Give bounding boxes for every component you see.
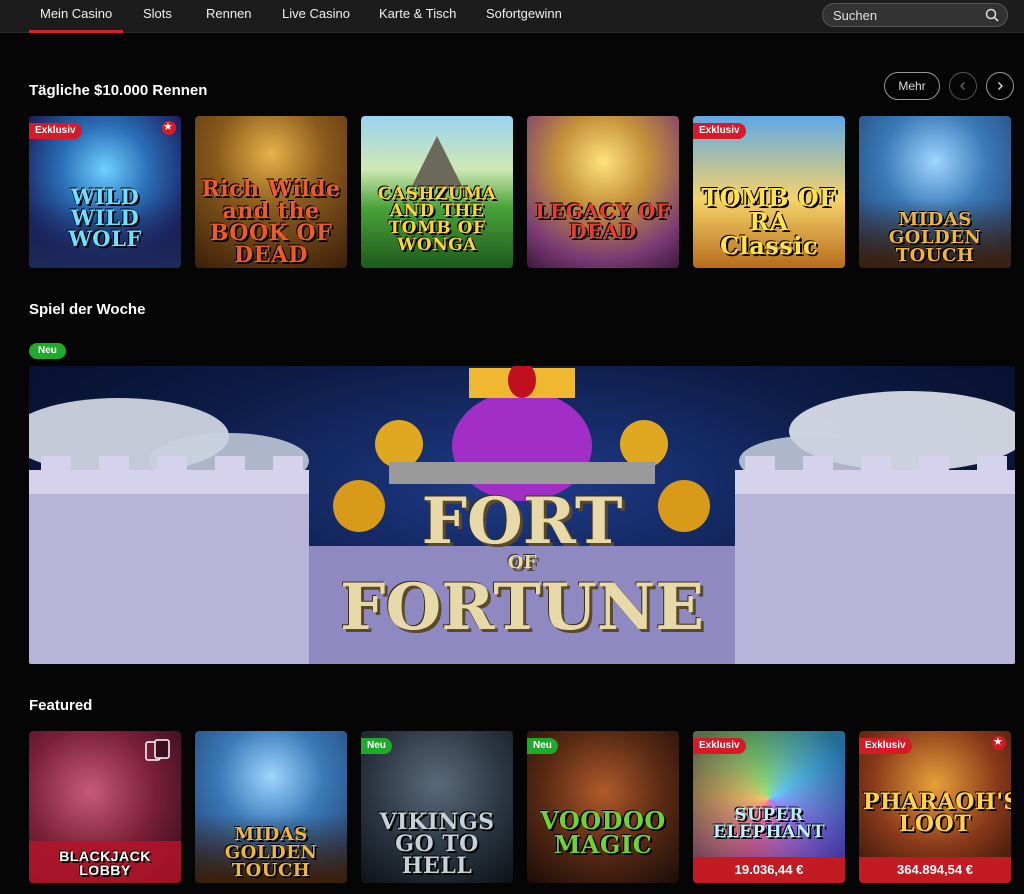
game-title: BLACKJACK LOBBY (59, 848, 151, 878)
search-box (822, 3, 1008, 27)
game-tile-legacy-of-dead[interactable]: LEGACY OF DEAD (527, 116, 679, 268)
star-icon (992, 735, 1006, 750)
chevron-left-icon (960, 82, 965, 90)
game-title: VOODOO MAGIC (540, 806, 666, 859)
jackpot-amount: 19.036,44 € (693, 857, 845, 883)
exclusive-badge: Exklusiv (29, 123, 82, 139)
hero-title-line3: FORTUNE (340, 570, 704, 645)
nav-item-slots[interactable]: Slots (143, 6, 172, 21)
game-title: CASHZUMA AND THE TOMB OF WONGA (377, 184, 497, 255)
game-tile-vikings-go-to-hell[interactable]: VIKINGS GO TO HELL Neu (361, 731, 513, 883)
cards-icon (145, 739, 170, 761)
game-tile-tomb-of-ra[interactable]: TOMB OF RA Classic Exklusiv (693, 116, 845, 268)
game-tile-super-elephant[interactable]: SUPER ELEPHANT Exklusiv 19.036,44 € (693, 731, 845, 883)
top-navigation: Mein Casino Slots Rennen Live Casino Kar… (0, 0, 1024, 33)
nav-item-rennen[interactable]: Rennen (206, 6, 252, 21)
game-title: PHARAOH'S LOOT (863, 789, 1011, 837)
game-tile-midas[interactable]: MIDAS GOLDEN TOUCH (195, 731, 347, 883)
game-tile-voodoo-magic[interactable]: VOODOO MAGIC Neu (527, 731, 679, 883)
jackpot-amount: 364.894,54 € (859, 857, 1011, 883)
section-title-game-of-week: Spiel der Woche (29, 301, 146, 318)
nav-item-live-casino[interactable]: Live Casino (282, 6, 350, 21)
game-title: LEGACY OF DEAD (535, 199, 671, 243)
game-tile-book-of-dead[interactable]: Rich Wilde and the BOOK OF DEAD (195, 116, 347, 268)
game-title: WILD WILD WOLF (68, 184, 142, 251)
new-badge: Neu (29, 343, 66, 359)
new-badge: Neu (527, 738, 558, 754)
races-game-row: WILD WILD WOLF Exklusiv Rich Wilde and t… (29, 116, 1015, 268)
nav-item-karte-tisch[interactable]: Karte & Tisch (379, 6, 456, 21)
hero-title-line1: FORT (421, 484, 623, 559)
nav-item-mein-casino[interactable]: Mein Casino (28, 6, 124, 33)
game-tile-pharaohs-loot[interactable]: PHARAOH'S LOOT Exklusiv 364.894,54 € (859, 731, 1011, 883)
hero-banner-fort-of-fortune[interactable]: FORT OF FORTUNE (29, 366, 1015, 664)
carousel-next-button[interactable] (986, 72, 1014, 100)
nav-item-sofortgewinn[interactable]: Sofortgewinn (486, 6, 562, 21)
new-badge: Neu (361, 738, 392, 754)
game-title: VIKINGS GO TO HELL (379, 809, 495, 879)
section-title-featured: Featured (29, 697, 93, 714)
game-title: MIDAS GOLDEN TOUCH (888, 209, 982, 266)
game-tile-blackjack-lobby[interactable]: BLACKJACK LOBBY (29, 731, 181, 883)
chevron-right-icon (998, 82, 1003, 90)
star-icon (162, 120, 176, 135)
game-title: TOMB OF RA Classic (701, 183, 837, 260)
game-tile-midas[interactable]: MIDAS GOLDEN TOUCH (859, 116, 1011, 268)
more-button[interactable]: Mehr (884, 72, 940, 100)
search-input[interactable] (833, 7, 983, 23)
exclusive-badge: Exklusiv (859, 738, 912, 754)
game-tile-wild-wild-wolf[interactable]: WILD WILD WOLF Exklusiv (29, 116, 181, 268)
game-title: Rich Wilde and the BOOK OF DEAD (201, 176, 341, 268)
game-title: MIDAS GOLDEN TOUCH (224, 824, 318, 881)
featured-game-row: BLACKJACK LOBBY MIDAS GOLDEN TOUCH VIKIN… (29, 731, 1015, 883)
exclusive-badge: Exklusiv (693, 123, 746, 139)
carousel-prev-button[interactable] (949, 72, 977, 100)
section-title-races: Tägliche $10.000 Rennen (29, 82, 208, 99)
exclusive-badge: Exklusiv (693, 738, 746, 754)
game-tile-cashzuma[interactable]: CASHZUMA AND THE TOMB OF WONGA (361, 116, 513, 268)
search-icon[interactable] (985, 8, 999, 22)
game-title: SUPER ELEPHANT (712, 805, 826, 842)
